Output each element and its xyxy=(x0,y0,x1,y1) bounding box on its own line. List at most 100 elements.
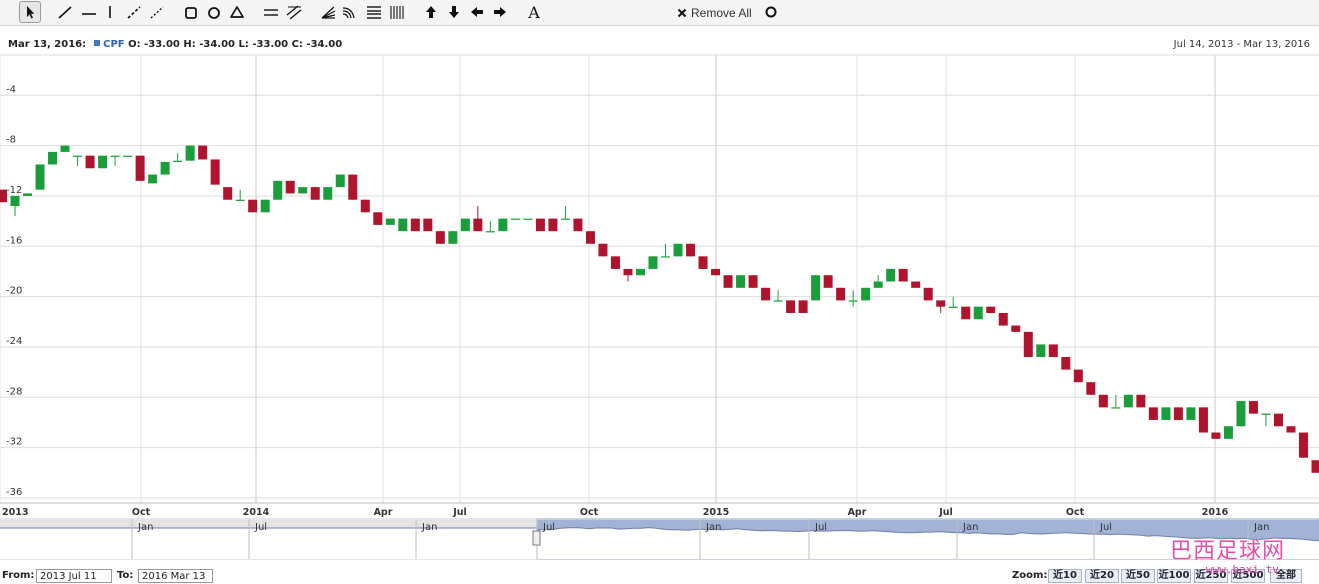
candle xyxy=(824,275,833,288)
zoom-button[interactable]: 近50 xyxy=(1121,569,1155,583)
candle-body xyxy=(373,212,382,225)
candle xyxy=(1074,370,1083,383)
candle xyxy=(161,162,170,175)
zoom-button[interactable]: 近250 xyxy=(1194,569,1228,583)
candle-body xyxy=(86,156,95,169)
candle xyxy=(61,146,70,152)
candle xyxy=(523,219,532,220)
candle-body xyxy=(724,275,733,288)
candle xyxy=(961,307,970,320)
candle xyxy=(724,275,733,288)
candle-body xyxy=(523,219,532,220)
grid-layer xyxy=(0,55,1319,503)
x-tick-label: Oct xyxy=(1066,507,1085,518)
candle-body xyxy=(173,161,182,162)
y-tick-label: -28 xyxy=(6,386,22,397)
candle-body xyxy=(824,275,833,288)
candle-body xyxy=(786,300,795,313)
candle-body xyxy=(749,275,758,288)
candle-body xyxy=(1024,332,1033,357)
candle-body xyxy=(73,156,82,157)
navigator-label: Jan xyxy=(705,522,721,533)
candle-body xyxy=(799,300,808,313)
candle-body xyxy=(1086,382,1095,395)
candle xyxy=(648,256,657,269)
navigator-handle-left[interactable] xyxy=(533,531,540,545)
zoom-button[interactable]: 近500 xyxy=(1231,569,1265,583)
candle-body xyxy=(949,307,958,308)
candle xyxy=(761,288,770,301)
candle xyxy=(123,156,132,157)
candle-body xyxy=(398,219,407,232)
candle-body xyxy=(573,219,582,232)
candle xyxy=(911,282,920,288)
candle xyxy=(1086,382,1095,395)
candle xyxy=(1299,433,1308,458)
candle xyxy=(1024,332,1033,357)
candle xyxy=(636,269,645,275)
candle xyxy=(361,200,370,213)
candle-body xyxy=(1036,344,1045,357)
candle-body xyxy=(1261,414,1270,415)
to-label: To: xyxy=(117,570,133,581)
candle-body xyxy=(1236,401,1245,426)
navigator-label: Jan xyxy=(1253,522,1269,533)
candle xyxy=(1224,426,1233,439)
candle-body xyxy=(1074,370,1083,383)
candle-body xyxy=(636,269,645,275)
candle-body xyxy=(1111,407,1120,408)
y-tick-label: -24 xyxy=(6,336,22,347)
candle xyxy=(1274,414,1283,427)
candle xyxy=(861,288,870,301)
candle-body xyxy=(986,307,995,313)
candle xyxy=(1124,395,1133,408)
candle xyxy=(1061,357,1070,370)
zoom-button[interactable]: 近20 xyxy=(1085,569,1119,583)
navigator-label: Jul xyxy=(814,522,827,533)
navigator-label: Jul xyxy=(542,522,555,533)
candle xyxy=(448,231,457,244)
candle xyxy=(899,269,908,282)
to-date-input[interactable]: 2016 Mar 13 xyxy=(138,569,213,583)
candle-body xyxy=(311,187,320,200)
candle xyxy=(198,146,207,160)
candle-body xyxy=(999,313,1008,326)
zoom-button[interactable]: 全部 xyxy=(1270,569,1302,583)
candle xyxy=(886,269,895,282)
candle-body xyxy=(849,300,858,301)
candle xyxy=(1286,426,1295,432)
candle-body xyxy=(361,200,370,213)
candle xyxy=(1236,401,1245,426)
x-tick-label: Jul xyxy=(938,507,953,518)
candle-body xyxy=(974,307,983,320)
navigator-label: Jan xyxy=(962,522,978,533)
candle-body xyxy=(386,219,395,225)
candle-body xyxy=(1149,407,1158,420)
y-tick-label: -4 xyxy=(6,84,16,95)
zoom-button[interactable]: 近100 xyxy=(1157,569,1191,583)
candle-body xyxy=(1249,401,1258,414)
candle-body xyxy=(261,200,270,213)
candle-body xyxy=(186,146,195,161)
candle-body xyxy=(661,256,670,257)
candle-body xyxy=(1312,460,1319,473)
candle xyxy=(598,244,607,257)
y-tick-label: -32 xyxy=(6,437,22,448)
zoom-button[interactable]: 近10 xyxy=(1048,569,1082,583)
candle-body xyxy=(774,300,783,301)
candle-body xyxy=(211,159,220,184)
candlestick-chart[interactable]: -4-8-12-16-20-24-28-32-362013Oct2014AprJ… xyxy=(0,0,1319,566)
candle-body xyxy=(461,219,470,232)
from-date-input[interactable]: 2013 Jul 11 xyxy=(36,569,112,583)
candle-body xyxy=(323,187,332,200)
candle-body xyxy=(1186,407,1195,420)
range-selector-bar: From: 2013 Jul 11 To: 2016 Mar 13 Zoom: … xyxy=(0,566,1319,583)
candle-body xyxy=(1161,407,1170,420)
candle xyxy=(373,212,382,225)
candle xyxy=(436,231,445,244)
candle xyxy=(386,219,395,225)
candle-body xyxy=(448,231,457,244)
candle xyxy=(348,175,357,200)
candle-body xyxy=(674,244,683,257)
candle xyxy=(1211,433,1220,439)
